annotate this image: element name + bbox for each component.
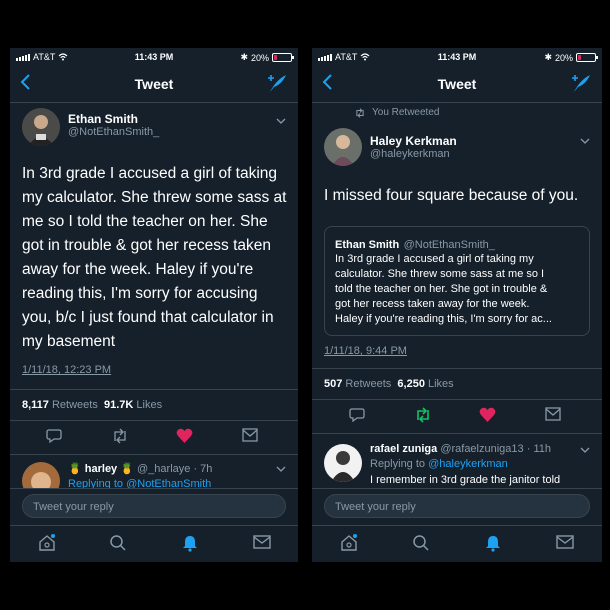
battery-icon [576,53,598,62]
status-bar: AT&T 11:43 PM ✱ 20% [312,48,602,66]
chevron-down-icon[interactable] [580,138,590,144]
quoted-tweet[interactable]: Ethan Smith @NotEthanSmith_ In 3rd grade… [324,226,590,336]
bluetooth-icon: ✱ [544,52,552,62]
messages-icon[interactable] [253,534,271,550]
tweet-line: my calculator. She threw some sass at [22,189,287,206]
author-avatar[interactable] [324,128,362,166]
tweet-line: reading this, I'm sorry for accusing [22,285,258,302]
author-name[interactable]: Haley Kerkman [370,134,457,148]
reply-avatar[interactable] [22,462,60,488]
retweet-label[interactable]: Retweets [52,399,98,411]
retweet-label[interactable]: Retweets [345,378,391,390]
nav-title: Tweet [437,76,477,92]
reply-time: · 7h [193,463,213,475]
direct-message-icon[interactable] [242,428,258,442]
bluetooth-icon: ✱ [240,52,248,62]
quote-line: got her recess taken away for the week. [335,298,530,310]
pineapple-emoji-icon: 🍍 [120,463,134,475]
direct-message-icon[interactable] [545,407,561,421]
reply-icon[interactable] [46,428,62,444]
retweet-count[interactable]: 8,117 [22,399,49,411]
action-bar [10,420,298,455]
tweet-line: away for the week. Haley if you're [22,261,254,278]
like-heart-icon[interactable] [176,428,193,444]
tweet-line: got in trouble & got her recess taken [22,237,272,254]
quote-author-handle: @NotEthanSmith_ [403,239,495,251]
nav-bar: Tweet [312,66,602,103]
replying-to-handle[interactable]: @haleykerkman [428,458,508,470]
notifications-bell-icon[interactable] [484,534,502,552]
author-handle[interactable]: @NotEthanSmith_ [68,126,159,138]
tweet-timestamp[interactable]: 1/11/18, 12:23 PM [22,364,111,376]
quote-line: In 3rd grade I accused a girl of taking … [335,253,534,265]
reply-partial-text: Replying to @NotEthanSmith [68,478,212,488]
battery-icon [272,53,294,62]
tab-bar [10,525,298,562]
nav-bar: Tweet [10,66,298,103]
like-label[interactable]: Likes [428,378,454,390]
retweet-icon[interactable] [414,407,432,423]
reply-input[interactable]: Tweet your reply [22,494,286,518]
reply-input[interactable]: Tweet your reply [324,494,590,518]
quote-author-name: Ethan Smith [335,239,400,251]
quote-line: calculator. She threw some sass at me so… [335,268,545,280]
engagement-stats: 8,117 Retweets 91.7K Likes [10,389,298,421]
retweeted-indicator: You Retweeted [354,107,439,118]
reply-avatar[interactable] [324,444,362,482]
reply-preview[interactable]: 🍍 harley 🍍 @_harlaye · 7h Replying to @N… [10,456,298,488]
reply-handle[interactable]: @_harlaye [137,463,190,475]
like-count[interactable]: 6,250 [397,378,425,390]
reply-icon[interactable] [349,407,365,423]
reply-composer: Tweet your reply [10,488,298,525]
reply-composer: Tweet your reply [312,488,602,525]
tweet-line: In 3rd grade I accused a girl of taking [22,165,278,182]
reply-name[interactable]: rafael zuniga [370,443,437,455]
pineapple-emoji-icon: 🍍 [68,463,82,475]
reply-preview[interactable]: rafael zuniga @rafaelzuniga13 · 11h Repl… [312,434,602,486]
like-count[interactable]: 91.7K [104,399,133,411]
retweet-count[interactable]: 507 [324,378,342,390]
status-bar: AT&T 11:43 PM ✱ 20% [10,48,298,66]
compose-feather-icon[interactable] [266,72,288,94]
like-heart-icon[interactable] [479,407,496,423]
notifications-bell-icon[interactable] [181,534,199,552]
like-label[interactable]: Likes [136,399,162,411]
tweet-line: my basement [22,333,116,350]
tweet-line: me so I told the teacher on her. She [22,213,268,230]
tweet-text: In 3rd grade I accused a girl of taking … [22,162,294,354]
tweet-timestamp[interactable]: 1/11/18, 9:44 PM [324,345,407,357]
chevron-down-icon[interactable] [276,118,286,124]
retweeted-label: You Retweeted [372,107,440,118]
tweet-line: you, b/c I just found that calculator in [22,309,274,326]
reply-name[interactable]: harley [85,463,117,475]
compose-feather-icon[interactable] [570,72,592,94]
reply-handle[interactable]: @rafaelzuniga13 [440,443,523,455]
tweet-text: I missed four square because of you. [324,187,579,204]
retweet-icon [356,107,364,118]
chevron-down-icon[interactable] [276,466,286,472]
messages-icon[interactable] [556,534,574,550]
home-icon[interactable] [340,534,358,552]
replying-to-prefix: Replying to [370,458,426,470]
nav-title: Tweet [134,76,174,92]
action-bar [312,399,602,434]
retweet-icon[interactable] [111,428,129,444]
author-handle[interactable]: @haleykerkman [370,148,457,160]
author-avatar[interactable] [22,108,60,146]
battery-percent: 20% [250,52,269,63]
search-icon[interactable] [412,534,430,552]
chevron-down-icon[interactable] [580,447,590,453]
author-name[interactable]: Ethan Smith [68,112,159,126]
reply-time: · 11h [526,443,551,455]
home-icon[interactable] [38,534,56,552]
quote-line: told the teacher on her. She got in trou… [335,283,548,295]
reply-partial-text: I remember in 3rd grade the janitor told [370,474,561,486]
engagement-stats: 507 Retweets 6,250 Likes [312,368,602,400]
battery-percent: 20% [554,52,573,63]
quote-line: Haley if you're reading this, I'm sorry … [335,313,552,325]
tab-bar [312,525,602,562]
search-icon[interactable] [109,534,127,552]
left-phone-screen: AT&T 11:43 PM ✱ 20% Tweet Ethan Smith @N… [10,48,298,562]
right-phone-screen: AT&T 11:43 PM ✱ 20% Tweet You Retweeted … [312,48,602,562]
